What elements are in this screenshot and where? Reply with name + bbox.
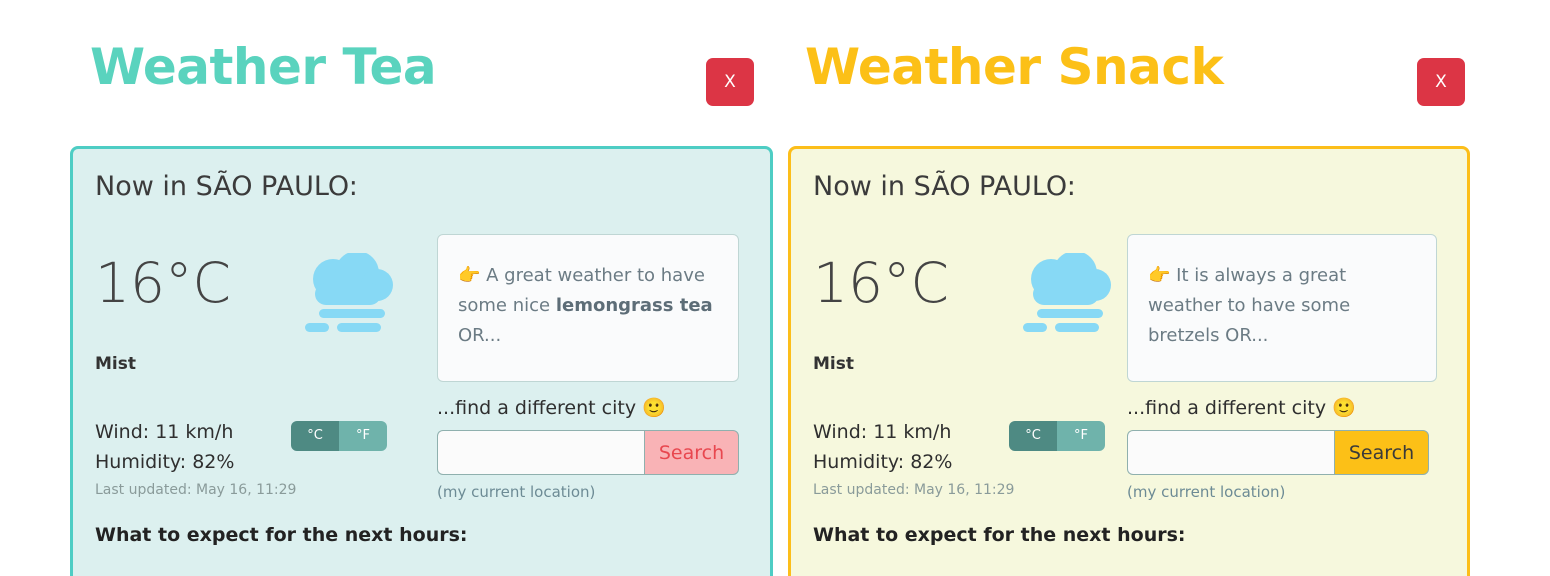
city-search-row: Search bbox=[437, 430, 739, 475]
celsius-button[interactable]: °C bbox=[1009, 421, 1057, 451]
humidity-value: Humidity: 82% bbox=[813, 451, 953, 473]
suggestion-text-after: OR... bbox=[458, 325, 502, 346]
fahrenheit-button[interactable]: °F bbox=[1057, 421, 1105, 451]
suggestion-highlight: lemongrass tea bbox=[555, 295, 713, 316]
fahrenheit-button[interactable]: °F bbox=[339, 421, 387, 451]
pointing-hand-icon: 👉 bbox=[458, 265, 481, 286]
suggestion-text-before: It is always a great weather to have som… bbox=[1148, 265, 1351, 346]
weather-snack-panel: Weather Snack X Now in SÃO PAULO: 16°C M… bbox=[775, 0, 1550, 576]
pointing-hand-icon: 👉 bbox=[1148, 265, 1171, 286]
card-heading: Now in SÃO PAULO: bbox=[95, 171, 358, 202]
forecast-heading: What to expect for the next hours: bbox=[95, 524, 468, 546]
weather-card: Now in SÃO PAULO: 16°C Mist Wind: 11 km/… bbox=[70, 146, 773, 576]
suggestion-box: 👉 It is always a great weather to have s… bbox=[1127, 234, 1437, 382]
suggestion-box: 👉 A great weather to have some nice lemo… bbox=[437, 234, 739, 382]
find-city-label: ...find a different city 🙂 bbox=[437, 397, 666, 419]
close-button[interactable]: X bbox=[706, 58, 754, 106]
weather-card: Now in SÃO PAULO: 16°C Mist Wind: 11 km/… bbox=[788, 146, 1470, 576]
wind-value: Wind: 11 km/h bbox=[95, 421, 234, 443]
weather-tea-panel: Weather Tea X Now in SÃO PAULO: 16°C Mis… bbox=[0, 0, 775, 576]
celsius-button[interactable]: °C bbox=[291, 421, 339, 451]
page-title: Weather Tea bbox=[90, 38, 437, 96]
app-header: Weather Snack X bbox=[775, 40, 1550, 120]
close-button[interactable]: X bbox=[1417, 58, 1465, 106]
search-button[interactable]: Search bbox=[644, 430, 739, 475]
unit-toggle[interactable]: °C °F bbox=[1009, 421, 1105, 451]
forecast-heading: What to expect for the next hours: bbox=[813, 524, 1186, 546]
temperature-value: 16°C bbox=[95, 251, 231, 315]
find-city-label: ...find a different city 🙂 bbox=[1127, 397, 1356, 419]
unit-toggle[interactable]: °C °F bbox=[291, 421, 387, 451]
mist-cloud-icon bbox=[1013, 253, 1125, 335]
card-heading: Now in SÃO PAULO: bbox=[813, 171, 1076, 202]
search-button[interactable]: Search bbox=[1334, 430, 1429, 475]
temperature-value: 16°C bbox=[813, 251, 949, 315]
condition-text: Mist bbox=[813, 354, 854, 374]
screen: Weather Tea X Now in SÃO PAULO: 16°C Mis… bbox=[0, 0, 1550, 576]
condition-text: Mist bbox=[95, 354, 136, 374]
search-input[interactable] bbox=[1127, 430, 1334, 475]
wind-value: Wind: 11 km/h bbox=[813, 421, 952, 443]
current-location-link[interactable]: (my current location) bbox=[1127, 483, 1285, 501]
page-title: Weather Snack bbox=[805, 38, 1224, 96]
last-updated: Last updated: May 16, 11:29 bbox=[813, 482, 1015, 498]
mist-cloud-icon bbox=[295, 253, 407, 335]
app-header: Weather Tea X bbox=[0, 40, 775, 120]
humidity-value: Humidity: 82% bbox=[95, 451, 235, 473]
search-input[interactable] bbox=[437, 430, 644, 475]
city-search-row: Search bbox=[1127, 430, 1429, 475]
last-updated: Last updated: May 16, 11:29 bbox=[95, 482, 297, 498]
current-location-link[interactable]: (my current location) bbox=[437, 483, 595, 501]
